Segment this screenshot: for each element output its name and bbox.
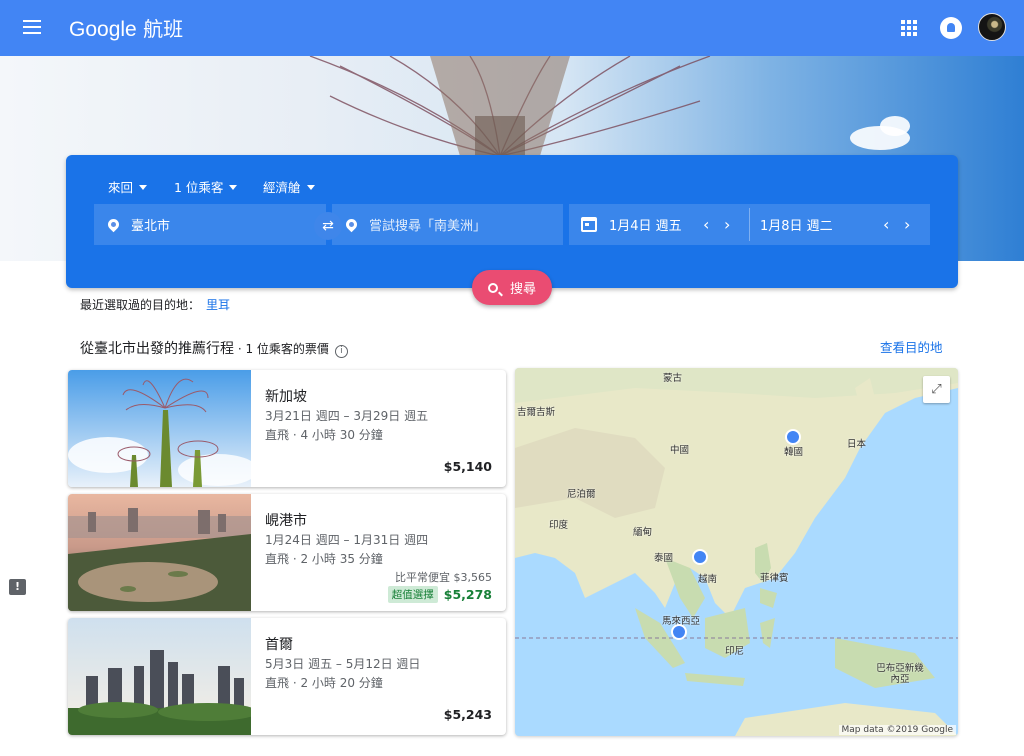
depart-next-icon[interactable]: › xyxy=(724,215,730,234)
card-cheaper-note: 比平常便宜 $3,565 xyxy=(395,571,492,584)
trip-type-dropdown[interactable]: 來回 xyxy=(108,177,148,196)
destination-placeholder: 嘗試搜尋「南美洲」 xyxy=(369,219,487,234)
search-button-label: 搜尋 xyxy=(509,282,536,297)
map-label: 韓國 xyxy=(784,447,804,458)
info-icon[interactable]: i xyxy=(334,345,348,358)
chevron-down-icon xyxy=(306,185,315,190)
see-destinations-link[interactable]: 查看目的地 xyxy=(880,337,943,356)
cabin-label: 經濟艙 xyxy=(263,180,301,195)
map-label: 尼泊爾 xyxy=(567,489,596,500)
map-label: 吉爾吉斯 xyxy=(517,407,556,418)
card-price: $5,140 xyxy=(443,459,492,474)
card-flight-info: 直飛 · 2 小時 35 分鐘 xyxy=(265,552,383,566)
map-label: 菲律賓 xyxy=(760,573,789,584)
app-brand[interactable]: Google 航班 xyxy=(69,13,183,42)
map-attribution: Map data ©2019 Google xyxy=(838,725,956,735)
recent-destination-link[interactable]: 里耳 xyxy=(206,298,230,312)
section-title: 從臺北市出發的推薦行程 · 1 位乘客的票價 i xyxy=(80,338,348,358)
destination-field[interactable]: 嘗試搜尋「南美洲」 xyxy=(332,204,563,245)
section-subtitle: · 1 位乘客的票價 xyxy=(234,342,329,356)
location-pin-icon xyxy=(105,216,122,233)
map-label: 巴布亞新幾內亞 xyxy=(876,663,924,685)
map-pin-danang[interactable] xyxy=(692,549,708,565)
map-label: 印尼 xyxy=(725,646,745,657)
map-label: 日本 xyxy=(847,439,867,450)
origin-value: 臺北市 xyxy=(131,219,171,234)
card-flight-info: 直飛 · 4 小時 30 分鐘 xyxy=(265,428,383,442)
destination-photo xyxy=(68,494,251,611)
map-label: 越南 xyxy=(698,574,718,585)
app-bar: Google 航班 xyxy=(0,0,1024,56)
destination-card[interactable]: 首爾 5月3日 週五 – 5月12日 週日 直飛 · 2 小時 20 分鐘 $5… xyxy=(68,618,506,735)
destination-card[interactable]: 新加坡 3月21日 週四 – 3月29日 週五 直飛 · 4 小時 30 分鐘 … xyxy=(68,370,506,487)
passengers-label: 1 位乘客 xyxy=(174,180,224,195)
card-price: $5,278 xyxy=(443,587,492,602)
card-dates: 5月3日 週五 – 5月12日 週日 xyxy=(265,657,421,671)
menu-icon[interactable] xyxy=(20,16,44,40)
map-label: 中國 xyxy=(670,445,690,456)
map-label: 緬甸 xyxy=(633,527,653,538)
chevron-down-icon xyxy=(229,185,238,190)
destination-card[interactable]: 峴港市 1月24日 週四 – 1月31日 週四 直飛 · 2 小時 35 分鐘 … xyxy=(68,494,506,611)
map-pin-seoul[interactable] xyxy=(785,429,801,445)
card-city: 峴港市 xyxy=(265,513,307,529)
notifications-icon[interactable] xyxy=(940,17,962,39)
card-city: 首爾 xyxy=(265,637,293,653)
return-next-icon[interactable]: › xyxy=(904,215,910,234)
card-price: $5,243 xyxy=(443,707,492,722)
feedback-icon[interactable]: ! xyxy=(9,579,26,595)
card-flight-info: 直飛 · 2 小時 20 分鐘 xyxy=(265,676,383,690)
return-date[interactable]: 1月8日 週二 xyxy=(760,215,833,234)
map-label: 蒙古 xyxy=(663,373,683,384)
brand-google: Google xyxy=(69,18,137,41)
recent-destinations: 最近選取過的目的地： 里耳 xyxy=(80,296,230,313)
swap-icon[interactable]: ⇄ xyxy=(314,212,342,240)
trip-type-label: 來回 xyxy=(108,180,134,195)
destination-photo xyxy=(68,370,251,487)
origin-field[interactable]: 臺北市 xyxy=(94,204,326,245)
recent-label: 最近選取過的目的地： xyxy=(80,298,201,312)
search-icon xyxy=(487,282,498,293)
location-pin-icon xyxy=(343,216,360,233)
card-dates: 3月21日 週四 – 3月29日 週五 xyxy=(265,409,429,423)
section-heading: 從臺北市出發的推薦行程 xyxy=(80,341,234,357)
return-prev-icon[interactable]: ‹ xyxy=(883,215,889,234)
passengers-dropdown[interactable]: 1 位乘客 xyxy=(174,177,238,196)
cabin-dropdown[interactable]: 經濟艙 xyxy=(263,177,315,196)
depart-prev-icon[interactable]: ‹ xyxy=(703,215,709,234)
search-button[interactable]: 搜尋 xyxy=(472,270,552,305)
card-city: 新加坡 xyxy=(265,389,307,405)
date-divider xyxy=(749,208,750,241)
destinations-map[interactable]: 蒙古 中國 日本 韓國 尼泊爾 印度 緬甸 泰國 越南 菲律賓 馬來西亞 印尼 … xyxy=(515,368,958,736)
depart-date[interactable]: 1月4日 週五 xyxy=(609,215,682,234)
apps-grid-icon[interactable] xyxy=(899,18,919,38)
calendar-icon xyxy=(581,217,597,232)
chevron-down-icon xyxy=(139,185,148,190)
card-deal: 超值選擇 $5,278 xyxy=(387,586,492,603)
fullscreen-icon[interactable]: ⤢ xyxy=(923,376,950,403)
map-pin-singapore[interactable] xyxy=(671,624,687,640)
avatar[interactable] xyxy=(978,13,1006,41)
search-panel: 來回 1 位乘客 經濟艙 臺北市 ⇄ 嘗試搜尋「南美洲」 1月4日 週五 ‹ ›… xyxy=(66,155,958,305)
deal-badge: 超值選擇 xyxy=(387,586,438,603)
brand-product: 航班 xyxy=(143,17,184,41)
destination-photo xyxy=(68,618,251,735)
map-label: 泰國 xyxy=(654,553,674,564)
card-dates: 1月24日 週四 – 1月31日 週四 xyxy=(265,533,429,547)
map-label: 印度 xyxy=(549,520,569,531)
